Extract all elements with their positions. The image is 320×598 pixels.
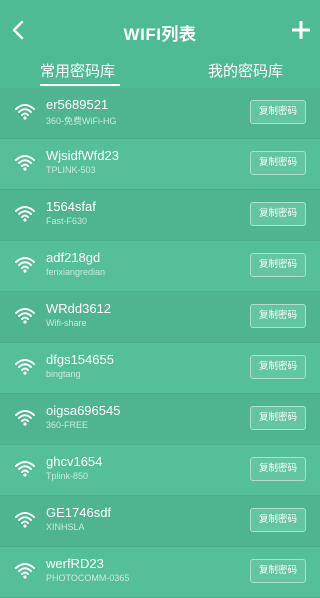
wifi-password: WRdd3612 [46,301,112,316]
add-button[interactable] [290,18,312,42]
copy-password-button[interactable]: 复制密码 [250,559,306,583]
wifi-ssid: XINHSLA [46,522,85,532]
list-item[interactable]: adf218gd fenxiangredian 复制密码 [0,241,320,292]
active-tab-indicator [40,84,120,86]
wifi-icon [15,410,35,426]
copy-password-button[interactable]: 复制密码 [250,202,306,226]
wifi-ssid: bingtang [46,369,81,379]
tab-my-passwords[interactable]: 我的密码库 [208,60,283,81]
wifi-password: WjsidfWfd23 [46,148,119,163]
wifi-password: werfRD23 [46,556,104,571]
copy-password-button[interactable]: 复制密码 [250,355,306,379]
wifi-ssid: Fast-F630 [46,216,88,226]
wifi-icon [15,104,35,120]
list-item[interactable]: ghcv1654 Tplink-850 复制密码 [0,445,320,496]
list-item[interactable]: GE1746sdf XINHSLA 复制密码 [0,496,320,547]
app-header: WIFI列表 常用密码库 我的密码库 [0,0,320,88]
list-item[interactable]: WRdd3612 Wifi-share 复制密码 [0,292,320,343]
wifi-icon [15,359,35,375]
wifi-password: ghcv1654 [46,454,103,469]
tab-common-passwords[interactable]: 常用密码库 [40,60,115,81]
wifi-icon [15,512,35,528]
wifi-password: adf218gd [46,250,101,265]
copy-password-button[interactable]: 复制密码 [250,253,306,277]
copy-password-button[interactable]: 复制密码 [250,151,306,175]
wifi-icon [15,155,35,171]
copy-password-button[interactable]: 复制密码 [250,406,306,430]
copy-password-button[interactable]: 复制密码 [250,508,306,532]
wifi-password: dfgs154655 [46,352,114,367]
copy-password-button[interactable]: 复制密码 [250,304,306,328]
wifi-icon [15,308,35,324]
list-item[interactable]: 1564sfaf Fast-F630 复制密码 [0,190,320,241]
copy-password-button[interactable]: 复制密码 [250,100,306,124]
wifi-icon [15,257,35,273]
wifi-ssid: fenxiangredian [46,267,106,277]
plus-icon [292,21,310,39]
wifi-icon [15,206,35,222]
list-item[interactable]: dfgs154655 bingtang 复制密码 [0,343,320,394]
wifi-ssid: Wifi-share [46,318,87,328]
wifi-ssid: Tplink-850 [46,471,89,481]
list-item[interactable]: er5689521 360-免费WiFi-HG 复制密码 [0,88,320,139]
page-title: WIFI列表 [123,25,197,44]
wifi-password: er5689521 [46,97,109,112]
wifi-password: 1564sfaf [46,199,96,214]
wifi-ssid: PHOTOCOMM-0365 [46,573,130,583]
wifi-ssid: 360-免费WiFi-HG [46,116,117,126]
list-item[interactable]: WjsidfWfd23 TPLINK-503 复制密码 [0,139,320,190]
wifi-list: er5689521 360-免费WiFi-HG 复制密码 WjsidfWfd23… [0,88,320,598]
wifi-ssid: 360-FREE [46,420,89,430]
list-item[interactable]: oigsa696545 360-FREE 复制密码 [0,394,320,445]
wifi-icon [15,461,35,477]
wifi-icon [15,563,35,579]
tab-bar: 常用密码库 我的密码库 [0,56,320,88]
wifi-ssid: TPLINK-503 [46,165,96,175]
wifi-password: GE1746sdf [46,505,112,520]
copy-password-button[interactable]: 复制密码 [250,457,306,481]
wifi-password: oigsa696545 [46,403,121,418]
